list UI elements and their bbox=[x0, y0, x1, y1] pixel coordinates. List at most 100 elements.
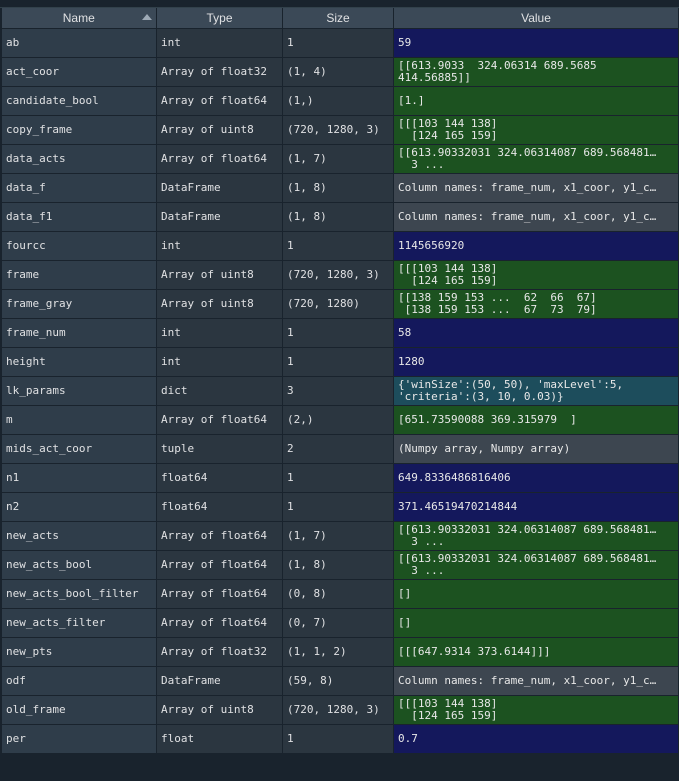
variable-name-cell[interactable]: new_pts bbox=[1, 637, 157, 667]
variable-size-cell[interactable]: (720, 1280, 3) bbox=[282, 695, 394, 725]
variable-size-cell[interactable]: (1, 7) bbox=[282, 521, 394, 551]
variable-size-cell[interactable]: 1 bbox=[282, 28, 394, 58]
variable-value-cell[interactable]: 1280 bbox=[393, 347, 679, 377]
variable-size-cell[interactable]: (0, 8) bbox=[282, 579, 394, 609]
variable-size-cell[interactable]: (1, 8) bbox=[282, 202, 394, 232]
variable-type-cell[interactable]: Array of float64 bbox=[156, 521, 283, 551]
variable-name-cell[interactable]: data_f1 bbox=[1, 202, 157, 232]
variable-size-cell[interactable]: (1, 4) bbox=[282, 57, 394, 87]
variable-type-cell[interactable]: Array of float64 bbox=[156, 608, 283, 638]
table-row[interactable]: copy_frame Array of uint8 (720, 1280, 3)[[… bbox=[1, 115, 679, 145]
variable-type-cell[interactable]: Array of float64 bbox=[156, 144, 283, 174]
variable-type-cell[interactable]: Array of float64 bbox=[156, 86, 283, 116]
variable-type-cell[interactable]: Array of uint8 bbox=[156, 115, 283, 145]
variable-name-cell[interactable]: new_acts_bool bbox=[1, 550, 157, 580]
variable-type-cell[interactable]: DataFrame bbox=[156, 202, 283, 232]
variable-value-cell[interactable]: 59 bbox=[393, 28, 679, 58]
variable-value-cell[interactable]: {'winSize':(50, 50), 'maxLevel':5, 'crit… bbox=[393, 376, 679, 406]
table-row[interactable]: lk_params dict 3 {'winSize':(50, 50), 'maxL… bbox=[1, 376, 679, 406]
variable-type-cell[interactable]: Array of float64 bbox=[156, 550, 283, 580]
variable-name-cell[interactable]: height bbox=[1, 347, 157, 377]
variable-type-cell[interactable]: Array of uint8 bbox=[156, 695, 283, 725]
variable-size-cell[interactable]: 2 bbox=[282, 434, 394, 464]
variable-value-cell[interactable]: [[138 159 153 ... 62 66 67] [138 159 153… bbox=[393, 289, 679, 319]
table-row[interactable]: n2 float64 1 371.46519470214844 bbox=[1, 492, 679, 522]
variable-type-cell[interactable]: float64 bbox=[156, 463, 283, 493]
variable-size-cell[interactable]: 1 bbox=[282, 318, 394, 348]
variable-type-cell[interactable]: float64 bbox=[156, 492, 283, 522]
variable-name-cell[interactable]: new_acts bbox=[1, 521, 157, 551]
variable-type-cell[interactable]: Array of uint8 bbox=[156, 289, 283, 319]
table-row[interactable]: data_f DataFrame (1, 8) Column names: frame… bbox=[1, 173, 679, 203]
variable-name-cell[interactable]: fourcc bbox=[1, 231, 157, 261]
table-row[interactable]: fourcc int 1 1145656920 bbox=[1, 231, 679, 261]
variable-size-cell[interactable]: 1 bbox=[282, 463, 394, 493]
column-header-type[interactable]: Type bbox=[156, 8, 283, 29]
variable-type-cell[interactable]: tuple bbox=[156, 434, 283, 464]
variable-name-cell[interactable]: data_acts bbox=[1, 144, 157, 174]
variable-name-cell[interactable]: old_frame bbox=[1, 695, 157, 725]
variable-size-cell[interactable]: (1,) bbox=[282, 86, 394, 116]
variable-value-cell[interactable]: [[613.90332031 324.06314087 689.568481… … bbox=[393, 521, 679, 551]
variable-value-cell[interactable]: [[613.90332031 324.06314087 689.568481… … bbox=[393, 144, 679, 174]
variable-value-cell[interactable]: 0.7 bbox=[393, 724, 679, 754]
table-row[interactable]: frame_num int 1 58 bbox=[1, 318, 679, 348]
table-row[interactable]: per float 1 0.7 bbox=[1, 724, 679, 754]
variable-type-cell[interactable]: Array of float64 bbox=[156, 405, 283, 435]
variable-value-cell[interactable]: Column names: frame_num, x1_coor, y1_c… bbox=[393, 666, 679, 696]
table-row[interactable]: data_acts Array of float64 (1, 7) [[613.903… bbox=[1, 144, 679, 174]
variable-value-cell[interactable]: 371.46519470214844 bbox=[393, 492, 679, 522]
variable-size-cell[interactable]: (59, 8) bbox=[282, 666, 394, 696]
variable-size-cell[interactable]: 3 bbox=[282, 376, 394, 406]
variable-name-cell[interactable]: lk_params bbox=[1, 376, 157, 406]
variable-size-cell[interactable]: (2,) bbox=[282, 405, 394, 435]
table-row[interactable]: new_acts Array of float64 (1, 7) [[613.9033… bbox=[1, 521, 679, 551]
variable-value-cell[interactable]: [1.] bbox=[393, 86, 679, 116]
table-row[interactable]: ab int 1 59 bbox=[1, 28, 679, 58]
variable-name-cell[interactable]: frame bbox=[1, 260, 157, 290]
table-row[interactable]: odf DataFrame (59, 8) Column names: frame_n… bbox=[1, 666, 679, 696]
variable-value-cell[interactable]: Column names: frame_num, x1_coor, y1_c… bbox=[393, 202, 679, 232]
variable-value-cell[interactable]: [[[647.9314 373.6144]]] bbox=[393, 637, 679, 667]
table-row[interactable]: old_frame Array of uint8 (720, 1280, 3)[[[… bbox=[1, 695, 679, 725]
table-row[interactable]: frame_gray Array of uint8 (720, 1280) [[138… bbox=[1, 289, 679, 319]
variable-size-cell[interactable]: (1, 1, 2) bbox=[282, 637, 394, 667]
variable-name-cell[interactable]: frame_num bbox=[1, 318, 157, 348]
variable-type-cell[interactable]: int bbox=[156, 347, 283, 377]
variable-size-cell[interactable]: (1, 7) bbox=[282, 144, 394, 174]
variable-name-cell[interactable]: act_coor bbox=[1, 57, 157, 87]
variable-size-cell[interactable]: 1 bbox=[282, 231, 394, 261]
variable-name-cell[interactable]: n2 bbox=[1, 492, 157, 522]
variable-type-cell[interactable]: dict bbox=[156, 376, 283, 406]
variable-name-cell[interactable]: data_f bbox=[1, 173, 157, 203]
variable-name-cell[interactable]: mids_act_coor bbox=[1, 434, 157, 464]
variable-type-cell[interactable]: DataFrame bbox=[156, 666, 283, 696]
sort-ascending-icon[interactable] bbox=[142, 14, 152, 20]
variable-type-cell[interactable]: Array of float32 bbox=[156, 57, 283, 87]
table-row[interactable]: height int 1 1280 bbox=[1, 347, 679, 377]
variable-name-cell[interactable]: n1 bbox=[1, 463, 157, 493]
variable-size-cell[interactable]: (720, 1280, 3) bbox=[282, 115, 394, 145]
variable-type-cell[interactable]: Array of uint8 bbox=[156, 260, 283, 290]
variable-value-cell[interactable]: 1145656920 bbox=[393, 231, 679, 261]
variable-type-cell[interactable]: int bbox=[156, 28, 283, 58]
table-row[interactable]: new_acts_filter Array of float64 (0, 7)[] bbox=[1, 608, 679, 638]
variable-size-cell[interactable]: (720, 1280) bbox=[282, 289, 394, 319]
variable-value-cell[interactable]: [651.73590088 369.315979 ] bbox=[393, 405, 679, 435]
variable-name-cell[interactable]: new_acts_filter bbox=[1, 608, 157, 638]
column-header-name[interactable]: Name bbox=[1, 8, 157, 29]
variable-size-cell[interactable]: (1, 8) bbox=[282, 173, 394, 203]
variable-type-cell[interactable]: Array of float32 bbox=[156, 637, 283, 667]
variable-name-cell[interactable]: m bbox=[1, 405, 157, 435]
variable-type-cell[interactable]: DataFrame bbox=[156, 173, 283, 203]
variable-name-cell[interactable]: frame_gray bbox=[1, 289, 157, 319]
table-row[interactable]: frame Array of uint8 (720, 1280, 3) [[[103 … bbox=[1, 260, 679, 290]
variable-size-cell[interactable]: (1, 8) bbox=[282, 550, 394, 580]
variable-value-cell[interactable]: [[613.9033 324.06314 689.5685 414.56885]… bbox=[393, 57, 679, 87]
table-row[interactable]: act_coor Array of float32 (1, 4) [[613.9033… bbox=[1, 57, 679, 87]
variable-name-cell[interactable]: per bbox=[1, 724, 157, 754]
variable-value-cell[interactable]: [[[103 144 138] [124 165 159] bbox=[393, 260, 679, 290]
variable-name-cell[interactable]: ab bbox=[1, 28, 157, 58]
table-row[interactable]: candidate_bool Array of float64 (1,) [1.] bbox=[1, 86, 679, 116]
variable-type-cell[interactable]: int bbox=[156, 318, 283, 348]
